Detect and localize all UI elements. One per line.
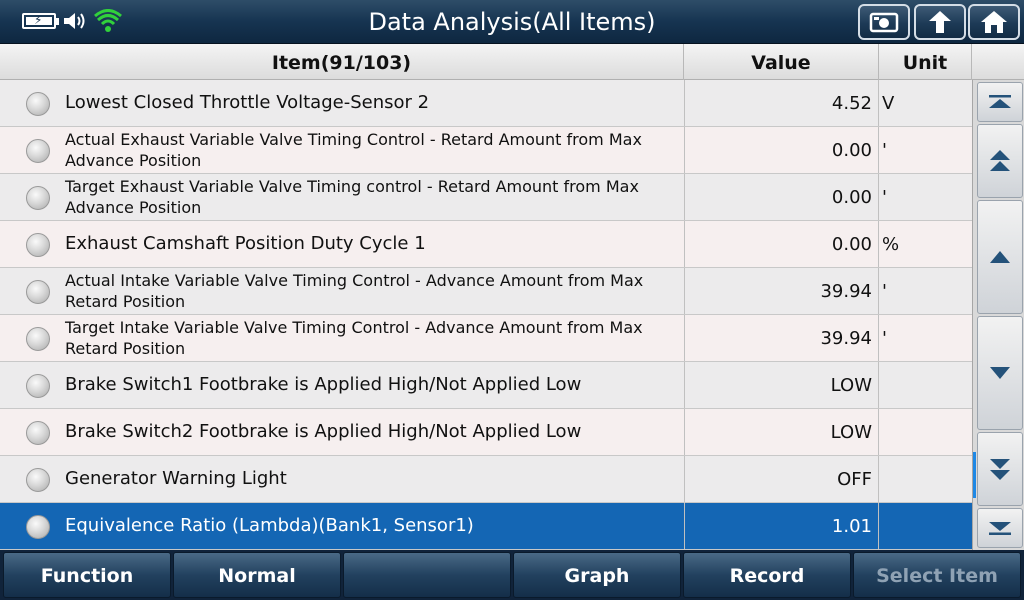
title-bar: Data Analysis(All Items) — [0, 0, 1024, 44]
item-unit — [879, 503, 972, 549]
row-radio[interactable] — [26, 186, 50, 210]
scroll-bottom-button[interactable] — [977, 508, 1023, 548]
item-value: 39.94 — [684, 315, 879, 361]
function-bar: Function Normal Graph Record Select Item — [0, 550, 1024, 600]
record-button[interactable]: Record — [683, 552, 851, 598]
table-row[interactable]: Target Intake Variable Valve Timing Cont… — [0, 315, 972, 362]
item-unit — [879, 456, 972, 502]
line-down-icon — [990, 367, 1010, 379]
row-radio[interactable] — [26, 468, 50, 492]
back-icon — [929, 11, 951, 33]
item-name: Exhaust Camshaft Position Duty Cycle 1 — [65, 233, 426, 254]
data-table: Lowest Closed Throttle Voltage-Sensor 2 … — [0, 80, 972, 550]
item-unit: V — [882, 92, 895, 114]
table-row[interactable]: Target Exhaust Variable Valve Timing con… — [0, 174, 972, 221]
item-name: Target Exhaust Variable Valve Timing con… — [65, 177, 639, 217]
row-radio[interactable] — [26, 233, 50, 257]
scroll-top-icon — [989, 95, 1011, 108]
column-header-item[interactable]: Item(91/103) — [0, 44, 684, 80]
item-value: 0.00 — [684, 221, 879, 267]
table-row[interactable]: Actual Intake Variable Valve Timing Cont… — [0, 268, 972, 315]
page-down-icon — [990, 459, 1010, 480]
home-button[interactable] — [968, 4, 1020, 40]
item-value: LOW — [684, 362, 879, 408]
row-radio[interactable] — [26, 515, 50, 539]
row-radio[interactable] — [26, 139, 50, 163]
item-name: Actual Exhaust Variable Valve Timing Con… — [65, 130, 642, 170]
item-name: Equivalence Ratio (Lambda)(Bank1, Sensor… — [65, 515, 474, 536]
home-icon — [981, 11, 1007, 33]
table-row-selected[interactable]: Equivalence Ratio (Lambda)(Bank1, Sensor… — [0, 503, 972, 550]
empty-button[interactable] — [343, 552, 511, 598]
item-name: Brake Switch1 Footbrake is Applied High/… — [65, 374, 582, 395]
table-row[interactable]: Brake Switch1 Footbrake is Applied High/… — [0, 362, 972, 409]
item-unit: ' — [882, 280, 887, 302]
item-name: Generator Warning Light — [65, 468, 287, 489]
item-unit: ' — [882, 139, 887, 161]
row-radio[interactable] — [26, 280, 50, 304]
function-button[interactable]: Function — [3, 552, 171, 598]
column-header-spacer — [972, 44, 1024, 80]
item-name: Actual Intake Variable Valve Timing Cont… — [65, 271, 644, 311]
item-unit: % — [882, 233, 900, 255]
line-down-button[interactable] — [977, 316, 1023, 430]
item-unit — [879, 409, 972, 455]
scroll-panel — [972, 80, 1024, 550]
item-value: 0.00 — [684, 174, 879, 220]
table-row[interactable]: Lowest Closed Throttle Voltage-Sensor 2 … — [0, 80, 972, 127]
normal-button[interactable]: Normal — [173, 552, 341, 598]
column-header-value: Value — [684, 44, 879, 80]
column-header-unit: Unit — [879, 44, 972, 80]
table-row[interactable]: Exhaust Camshaft Position Duty Cycle 1 0… — [0, 221, 972, 268]
scroll-position-indicator — [973, 452, 976, 498]
screenshot-icon — [869, 12, 899, 33]
row-radio[interactable] — [26, 374, 50, 398]
screenshot-button[interactable] — [858, 4, 910, 40]
select-item-button[interactable]: Select Item — [853, 552, 1021, 598]
item-name: Lowest Closed Throttle Voltage-Sensor 2 — [65, 92, 430, 113]
table-row[interactable]: Actual Exhaust Variable Valve Timing Con… — [0, 127, 972, 174]
item-name: Brake Switch2 Footbrake is Applied High/… — [65, 421, 582, 442]
item-value: 1.01 — [684, 503, 879, 549]
item-value: OFF — [684, 456, 879, 502]
line-up-icon — [990, 251, 1010, 263]
page-up-icon — [990, 150, 1010, 171]
item-unit: ' — [882, 186, 887, 208]
row-radio[interactable] — [26, 92, 50, 116]
row-radio[interactable] — [26, 421, 50, 445]
graph-button[interactable]: Graph — [513, 552, 681, 598]
row-radio[interactable] — [26, 327, 50, 351]
back-button[interactable] — [914, 4, 966, 40]
item-unit: ' — [882, 327, 887, 349]
item-value: 0.00 — [684, 127, 879, 173]
scroll-top-button[interactable] — [977, 82, 1023, 122]
page-down-button[interactable] — [977, 432, 1023, 506]
page-up-button[interactable] — [977, 124, 1023, 198]
item-value: 39.94 — [684, 268, 879, 314]
table-header: Item(91/103) Value Unit — [0, 44, 1024, 80]
table-row[interactable]: Brake Switch2 Footbrake is Applied High/… — [0, 409, 972, 456]
item-value: 4.52 — [684, 80, 879, 126]
item-value: LOW — [684, 409, 879, 455]
table-row[interactable]: Generator Warning Light OFF — [0, 456, 972, 503]
item-unit — [879, 362, 972, 408]
item-name: Target Intake Variable Valve Timing Cont… — [65, 318, 643, 358]
scroll-bottom-icon — [989, 522, 1011, 535]
line-up-button[interactable] — [977, 200, 1023, 314]
